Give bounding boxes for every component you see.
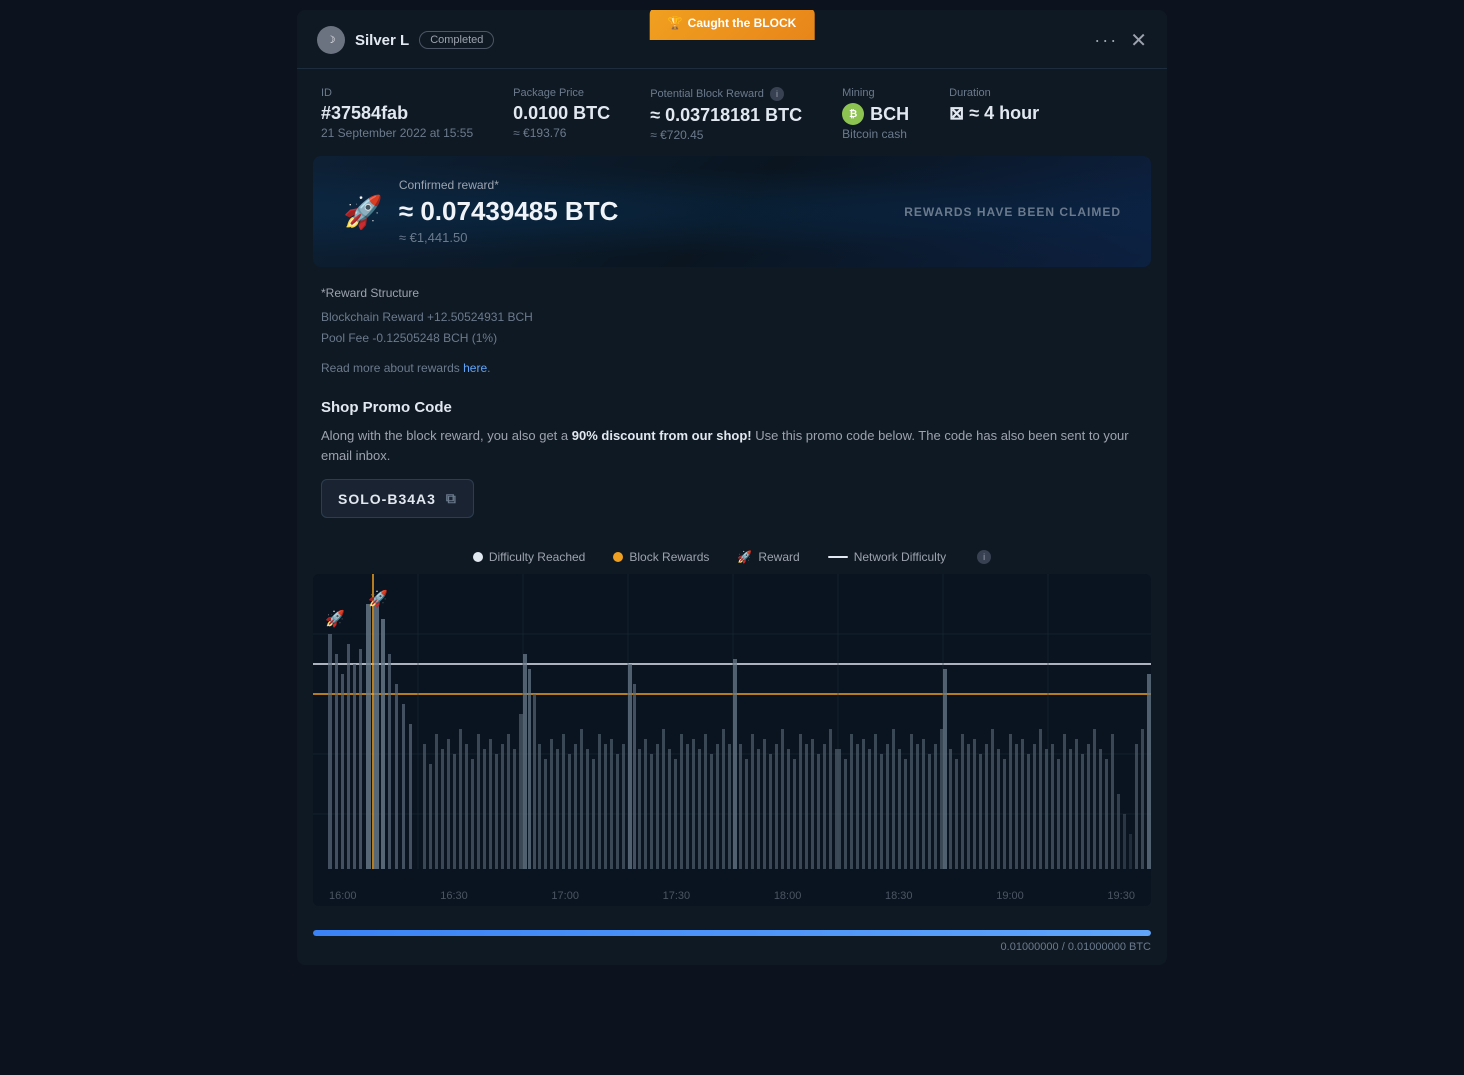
time-label-1600: 16:00 (329, 890, 357, 902)
id-section: ID #37584fab 21 September 2022 at 15:55 (321, 87, 473, 142)
pool-fee: Pool Fee -0.12505248 BCH (1%) (321, 328, 1143, 350)
chart-legend: Difficulty Reached Block Rewards 🚀 Rewar… (297, 538, 1167, 574)
progress-label: 0.01000000 / 0.01000000 BTC (313, 941, 1151, 953)
chart-container: 🚀 🚀 16:00 16:30 17:00 17:30 18:00 18:30 … (313, 574, 1151, 906)
time-label-1930: 19:30 (1107, 890, 1135, 902)
reward-rocket-icon: 🚀 (737, 550, 752, 564)
blockchain-reward: Blockchain Reward +12.50524931 BCH (321, 307, 1143, 329)
reward-text: Confirmed reward* ≈ 0.07439485 BTC ≈ €1,… (399, 178, 619, 245)
reward-eur: ≈ €1,441.50 (399, 230, 619, 245)
package-price-label: Package Price (513, 87, 610, 99)
promo-code: SOLO-B34A3 (338, 491, 436, 507)
chart-rocket-2: 🚀 (368, 589, 388, 608)
duration-value: ⊠ ≈ 4 hour (949, 103, 1039, 124)
id-value: #37584fab (321, 103, 473, 124)
chart-rocket-1: 🚀 (325, 609, 345, 628)
id-label: ID (321, 87, 473, 99)
promo-title: Shop Promo Code (321, 399, 1143, 416)
id-date: 21 September 2022 at 15:55 (321, 126, 473, 140)
time-axis: 16:00 16:30 17:00 17:30 18:00 18:30 19:0… (313, 884, 1151, 906)
avatar: ☽ (317, 26, 345, 54)
progress-section: 0.01000000 / 0.01000000 BTC (297, 922, 1167, 965)
read-more-link[interactable]: here (463, 361, 487, 375)
promo-code-box: SOLO-B34A3 ⧉ (321, 479, 474, 518)
time-label-1830: 18:30 (885, 890, 913, 902)
details-row: ID #37584fab 21 September 2022 at 15:55 … (297, 69, 1167, 156)
caught-block-tab: 🏆 Caught the BLOCK (650, 10, 815, 40)
mining-coin-name: Bitcoin cash (842, 127, 909, 141)
reward-structure-title: *Reward Structure (321, 283, 1143, 305)
reward-label: Confirmed reward* (399, 178, 619, 192)
legend-reward-label: Reward (758, 550, 799, 564)
chart-svg: 🚀 🚀 (313, 574, 1151, 884)
bch-icon: ₿ (842, 103, 864, 125)
reward-structure: *Reward Structure Blockchain Reward +12.… (297, 283, 1167, 395)
legend-reward: 🚀 Reward (737, 550, 799, 564)
username: Silver L (355, 32, 409, 49)
time-label-1800: 18:00 (774, 890, 802, 902)
promo-section: Shop Promo Code Along with the block rew… (297, 395, 1167, 538)
reward-amount: ≈ 0.07439485 BTC (399, 196, 619, 227)
promo-desc: Along with the block reward, you also ge… (321, 426, 1143, 465)
legend-difficulty-reached: Difficulty Reached (473, 550, 586, 564)
chart-info-icon[interactable]: i (977, 550, 991, 564)
reward-banner: 🚀 Confirmed reward* ≈ 0.07439485 BTC ≈ €… (313, 156, 1151, 267)
modal-backdrop: 🏆 Caught the BLOCK ☽ Silver L Completed … (0, 0, 1464, 1075)
package-price-eur: ≈ €193.76 (513, 126, 610, 140)
promo-discount: 90% discount from our shop! (572, 428, 752, 443)
close-button[interactable]: ✕ (1130, 28, 1147, 53)
duration-section: Duration ⊠ ≈ 4 hour (949, 87, 1039, 142)
more-options-button[interactable]: ··· (1094, 30, 1118, 51)
potential-reward-eur: ≈ €720.45 (650, 128, 802, 142)
time-label-1900: 19:00 (996, 890, 1024, 902)
modal-container: 🏆 Caught the BLOCK ☽ Silver L Completed … (297, 10, 1167, 965)
network-difficulty-indicator (828, 556, 848, 558)
mining-coin: ₿ BCH (842, 103, 909, 125)
mining-label: Mining (842, 87, 909, 99)
legend-network-difficulty: Network Difficulty (828, 550, 946, 564)
tab-label: Caught the BLOCK (688, 16, 797, 30)
user-info: ☽ Silver L Completed (317, 26, 494, 54)
legend-difficulty-reached-label: Difficulty Reached (489, 550, 586, 564)
legend-block-rewards: Block Rewards (613, 550, 709, 564)
read-more: Read more about rewards here. (321, 358, 1143, 380)
info-icon[interactable]: i (770, 87, 784, 101)
potential-reward-label: Potential Block Reward i (650, 87, 802, 101)
time-label-1730: 17:30 (663, 890, 691, 902)
potential-reward-btc: ≈ 0.03718181 BTC (650, 105, 802, 126)
status-badge: Completed (419, 31, 494, 49)
claimed-text: REWARDS HAVE BEEN CLAIMED (904, 205, 1121, 219)
reward-left: 🚀 Confirmed reward* ≈ 0.07439485 BTC ≈ €… (343, 178, 618, 245)
tab-icon: 🏆 (668, 16, 683, 30)
mining-section: Mining ₿ BCH Bitcoin cash (842, 87, 909, 142)
block-rewards-indicator (613, 552, 623, 562)
avatar-icon: ☽ (327, 35, 336, 46)
rocket-icon: 🚀 (343, 193, 383, 231)
copy-icon[interactable]: ⧉ (446, 490, 457, 507)
progress-bar (313, 930, 1151, 936)
header-actions: ··· ✕ (1094, 28, 1147, 53)
time-label-1630: 16:30 (440, 890, 468, 902)
legend-block-rewards-label: Block Rewards (629, 550, 709, 564)
duration-label: Duration (949, 87, 1039, 99)
progress-bar-fill (313, 930, 1151, 936)
package-price-section: Package Price 0.0100 BTC ≈ €193.76 (513, 87, 610, 142)
time-label-1700: 17:00 (551, 890, 579, 902)
legend-network-difficulty-label: Network Difficulty (854, 550, 946, 564)
difficulty-reached-indicator (473, 552, 483, 562)
potential-reward-section: Potential Block Reward i ≈ 0.03718181 BT… (650, 87, 802, 142)
package-price-btc: 0.0100 BTC (513, 103, 610, 124)
